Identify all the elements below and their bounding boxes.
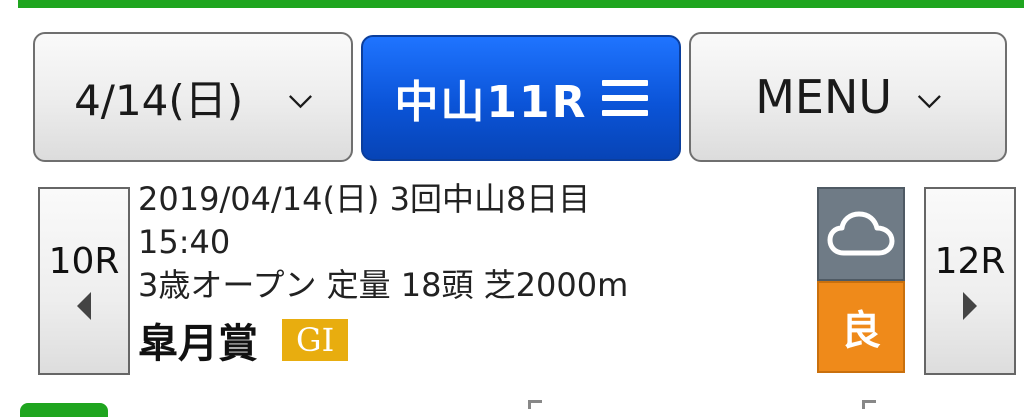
date-select-button[interactable]: 4/14(日) ⌵ [33,32,353,162]
triangle-left-icon [77,291,91,320]
race-select-button[interactable]: 中山11R [361,35,681,161]
next-section-tab [20,403,108,417]
chevron-down-icon: ⌵ [289,79,312,115]
hamburger-icon [601,80,648,116]
next-race-button[interactable]: 12R [924,187,1016,375]
cloud-icon [827,211,895,256]
prev-race-button[interactable]: 10R [38,187,130,375]
weather-indicator [817,187,905,281]
menu-button[interactable]: MENU ⌵ [689,32,1007,162]
top-accent-bar [18,0,1024,8]
bracket-mark [862,400,876,409]
race-info: 2019/04/14(日) 3回中山8日目 15:40 3歳オープン 定量 18… [138,178,798,369]
next-race-label: 12R [934,241,1006,283]
race-conditions: 3歳オープン 定量 18頭 芝2000m [138,266,629,304]
race-name: 皐月賞 [138,321,258,367]
bracket-mark [528,400,542,409]
prev-race-label: 10R [48,241,120,283]
race-time: 15:40 [138,223,231,261]
race-title-row: 皐月賞 GI [138,311,798,369]
track-condition-label: 良 [841,308,881,354]
race-date-line: 2019/04/14(日) 3回中山8日目 [138,180,591,218]
track-condition-badge: 良 [817,281,905,373]
race-label: 中山11R [394,77,588,128]
triangle-right-icon [963,291,977,320]
grade-badge: GI [282,319,349,361]
menu-label: MENU [755,70,893,124]
chevron-down-icon: ⌵ [918,79,941,115]
date-label: 4/14(日) [74,75,244,125]
